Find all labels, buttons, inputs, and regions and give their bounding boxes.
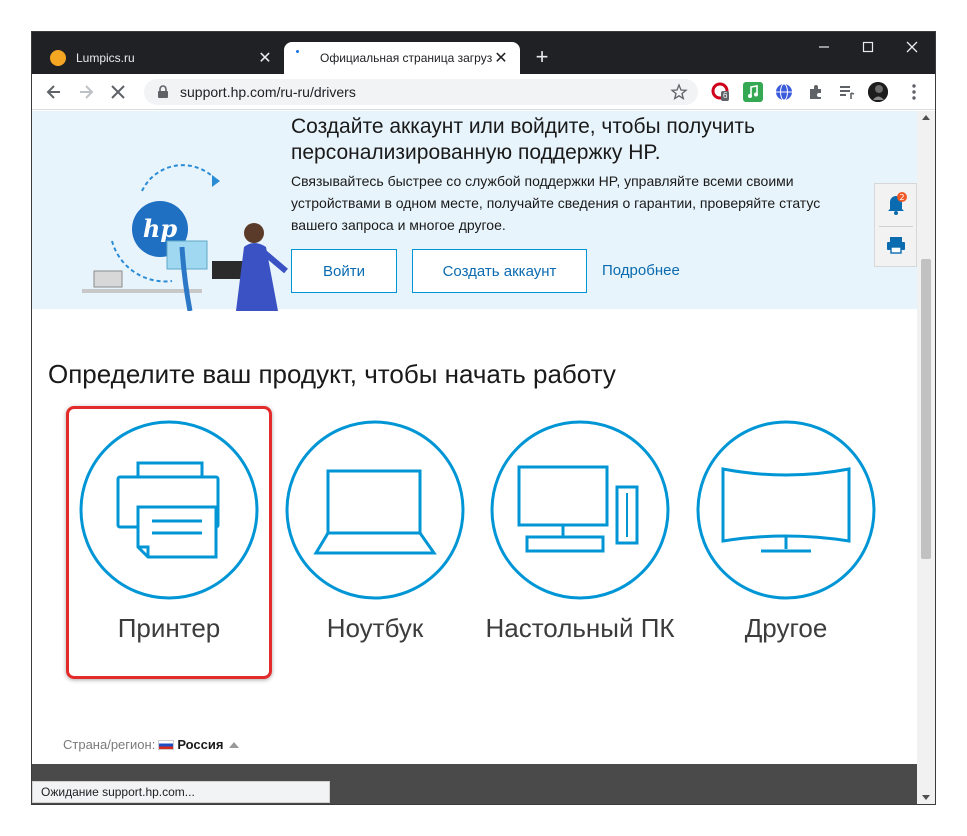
arrow-right-icon [80,85,94,99]
russia-flag-icon [158,739,175,750]
url-text: support.hp.com/ru-ru/drivers [180,84,356,100]
product-label: Настольный ПК [485,613,675,643]
side-widget: 2 [874,183,917,267]
product-printer[interactable]: Принтер [78,419,260,681]
maximize-icon [862,41,874,53]
puzzle-icon [810,85,821,99]
scroll-down-icon[interactable] [922,795,930,800]
forward-button[interactable] [74,80,98,104]
laptop-icon [285,420,465,600]
lock-icon [158,85,168,98]
extension-badge: 6 [721,91,730,101]
printer-icon[interactable] [885,234,907,256]
browser-toolbar: support.hp.com/ru-ru/drivers 6 [32,74,935,110]
vpn-extension-icon[interactable] [774,82,794,102]
arrow-left-icon [46,85,60,99]
page-content: hp Создайте аккаунт или войдите, чтобы п… [32,111,917,804]
chevron-up-icon [229,741,240,748]
status-bar: Ожидание support.hp.com... [32,781,330,803]
minimize-icon [819,46,829,48]
stop-loading-button[interactable] [106,80,130,104]
tab-title: Официальная страница загрузк [320,51,492,65]
close-tab-icon[interactable]: ✕ [256,48,274,68]
banner-title: Создайте аккаунт или войдите, чтобы полу… [291,115,755,164]
tab-title: Lumpics.ru [76,51,135,65]
scrollbar-thumb[interactable] [921,259,931,559]
address-bar[interactable]: support.hp.com/ru-ru/drivers [144,79,698,105]
extensions-button[interactable] [806,82,826,102]
desktop-icon [490,420,670,600]
banner-description: Связывайтесь быстрее со службой поддержк… [291,173,821,233]
close-icon [906,41,918,53]
login-button[interactable]: Войти [291,249,397,293]
playlist-icon [840,86,855,99]
close-tab-icon[interactable]: ✕ [492,48,510,68]
widget-divider [879,226,913,227]
tab-bar: Lumpics.ru ✕ Официальная страница загруз… [32,32,935,74]
avatar-icon [868,82,888,102]
opera-extension-icon[interactable]: 6 [711,82,731,102]
product-label: Принтер [117,613,221,643]
monitor-icon [696,420,876,600]
more-vert-icon [912,84,916,100]
hp-logo-text: hp [143,214,177,243]
status-text: Ожидание support.hp.com... [41,785,195,799]
close-icon [111,85,125,99]
support-illustration-icon: hp [82,164,288,311]
profile-avatar[interactable] [868,82,888,102]
bookmark-star-icon[interactable] [670,83,688,101]
back-button[interactable] [42,80,66,104]
signin-banner: hp Создайте аккаунт или войдите, чтобы п… [32,111,917,311]
region-country: Россия [177,737,224,752]
lumpics-favicon-icon [50,50,66,66]
music-note-icon [748,85,758,98]
product-desktop[interactable]: Настольный ПК [485,419,675,681]
loading-favicon-icon [294,50,310,66]
browser-window: Lumpics.ru ✕ Официальная страница загруз… [32,32,935,804]
page-scrollbar[interactable] [917,111,935,804]
product-section-title: Определите ваш продукт, чтобы начать раб… [48,359,616,389]
minimize-button[interactable] [802,32,846,62]
learn-more-link[interactable]: Подробнее [602,262,680,279]
music-extension-icon[interactable] [743,82,763,102]
scroll-up-icon[interactable] [922,115,930,120]
notification-count: 2 [899,193,904,202]
close-window-button[interactable] [890,32,934,62]
tab-hp-drivers[interactable]: Официальная страница загрузк ✕ [284,42,520,74]
product-label: Другое [744,613,828,643]
region-selector[interactable]: Страна/регион: Россия [63,737,240,752]
maximize-button[interactable] [846,32,890,62]
browser-menu-button[interactable] [904,82,924,102]
product-other[interactable]: Другое [695,419,877,681]
globe-icon [776,83,792,101]
region-label: Страна/регион: [63,737,156,752]
notification-bell-icon[interactable]: 2 [885,192,907,216]
product-laptop[interactable]: Ноутбук [284,419,466,681]
printer-icon [79,420,259,600]
create-account-button[interactable]: Создать аккаунт [412,249,587,293]
new-tab-button[interactable]: + [530,46,554,70]
tab-lumpics[interactable]: Lumpics.ru ✕ [40,42,284,74]
product-label: Ноутбук [326,613,424,643]
media-control-button[interactable] [837,82,857,102]
